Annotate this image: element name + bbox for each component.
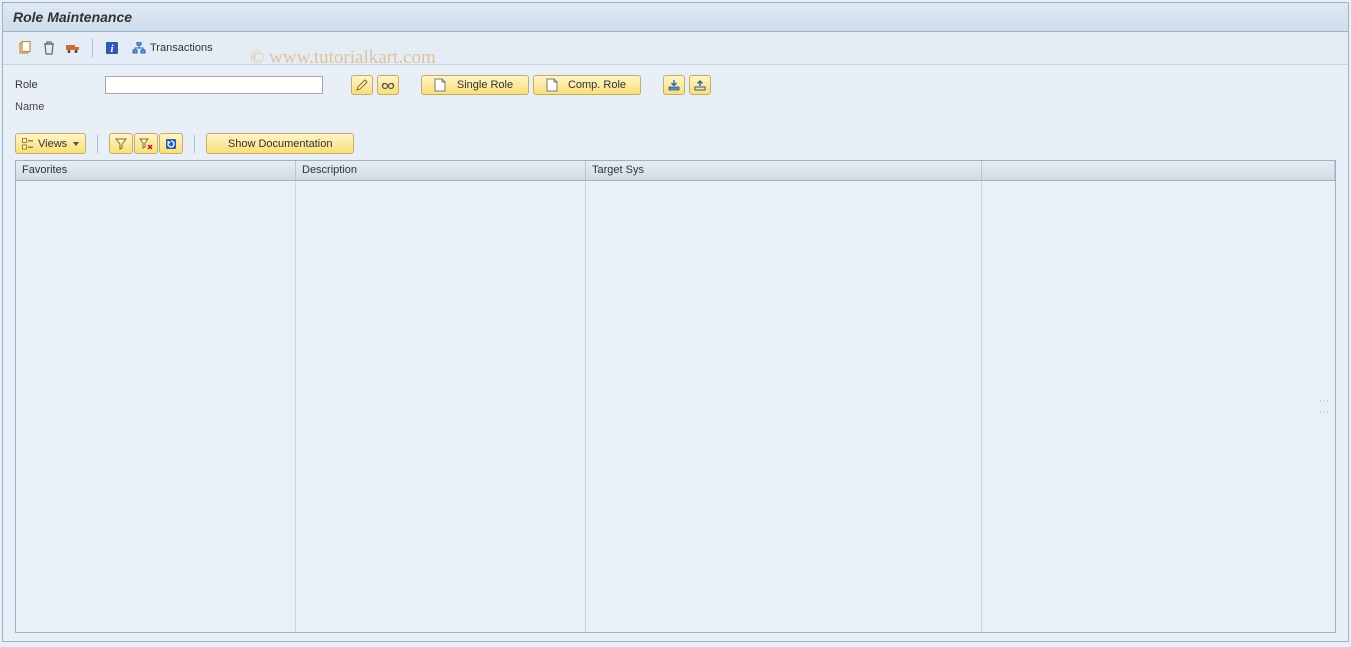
grid-pane-rest: ⋮⋮ bbox=[982, 181, 1335, 632]
tree-icon bbox=[22, 138, 34, 150]
glasses-icon bbox=[381, 79, 395, 91]
edit-button[interactable] bbox=[351, 75, 373, 95]
filter-delete-button[interactable] bbox=[134, 133, 158, 154]
copy-icon[interactable] bbox=[15, 38, 35, 58]
chevron-down-icon bbox=[73, 142, 79, 146]
grid-toolbar: Views Show Documentation bbox=[3, 133, 1348, 160]
transactions-label: Transactions bbox=[150, 42, 213, 54]
display-button[interactable] bbox=[377, 75, 399, 95]
info-icon[interactable]: i bbox=[102, 38, 122, 58]
single-role-label: Single Role bbox=[454, 79, 516, 91]
single-role-button[interactable]: Single Role bbox=[421, 75, 529, 95]
pencil-icon bbox=[356, 79, 368, 91]
form-area: Role Single Role Comp. Role bbox=[3, 65, 1348, 133]
grid-header-row: Favorites Description Target Sys bbox=[16, 161, 1335, 181]
show-doc-label: Show Documentation bbox=[228, 138, 333, 150]
favorites-grid: Favorites Description Target Sys ⋮⋮ bbox=[15, 160, 1336, 633]
refresh-button[interactable] bbox=[159, 133, 183, 154]
funnel-x-icon bbox=[139, 138, 153, 150]
toolbar-separator bbox=[92, 39, 93, 57]
download-icon bbox=[668, 79, 680, 91]
col-header-empty bbox=[982, 161, 1335, 180]
transactions-button[interactable]: Transactions bbox=[126, 40, 219, 56]
page-title-text: Role Maintenance bbox=[13, 9, 132, 25]
col-header-favorites[interactable]: Favorites bbox=[16, 161, 296, 180]
filter-button[interactable] bbox=[109, 133, 133, 154]
download-button[interactable] bbox=[663, 75, 685, 95]
col-header-target-sys[interactable]: Target Sys bbox=[586, 161, 982, 180]
show-documentation-button[interactable]: Show Documentation bbox=[206, 133, 354, 154]
grid-body: ⋮⋮ bbox=[16, 181, 1335, 632]
document-icon bbox=[434, 78, 446, 92]
grid-pane-description[interactable] bbox=[296, 181, 586, 632]
upload-icon bbox=[694, 79, 706, 91]
grid-pane-favorites[interactable] bbox=[16, 181, 296, 632]
role-label: Role bbox=[15, 79, 97, 91]
toolbar-separator bbox=[194, 135, 195, 153]
refresh-icon bbox=[165, 138, 177, 150]
comp-role-label: Comp. Role bbox=[566, 79, 628, 91]
col-header-description[interactable]: Description bbox=[296, 161, 586, 180]
grid-pane-target[interactable] bbox=[586, 181, 982, 632]
upload-button[interactable] bbox=[689, 75, 711, 95]
resize-handle-icon[interactable]: ⋮⋮ bbox=[1318, 396, 1329, 418]
hierarchy-icon bbox=[132, 42, 146, 54]
transport-icon[interactable] bbox=[63, 38, 83, 58]
app-toolbar: i Transactions bbox=[3, 32, 1348, 65]
toolbar-separator bbox=[97, 135, 98, 153]
role-input[interactable] bbox=[105, 76, 323, 94]
comp-role-button[interactable]: Comp. Role bbox=[533, 75, 641, 95]
name-label: Name bbox=[15, 101, 97, 113]
funnel-icon bbox=[115, 138, 127, 150]
views-label: Views bbox=[38, 138, 67, 150]
document-icon bbox=[546, 78, 558, 92]
views-dropdown[interactable]: Views bbox=[15, 133, 86, 154]
page-title: Role Maintenance bbox=[3, 3, 1348, 32]
delete-icon[interactable] bbox=[39, 38, 59, 58]
